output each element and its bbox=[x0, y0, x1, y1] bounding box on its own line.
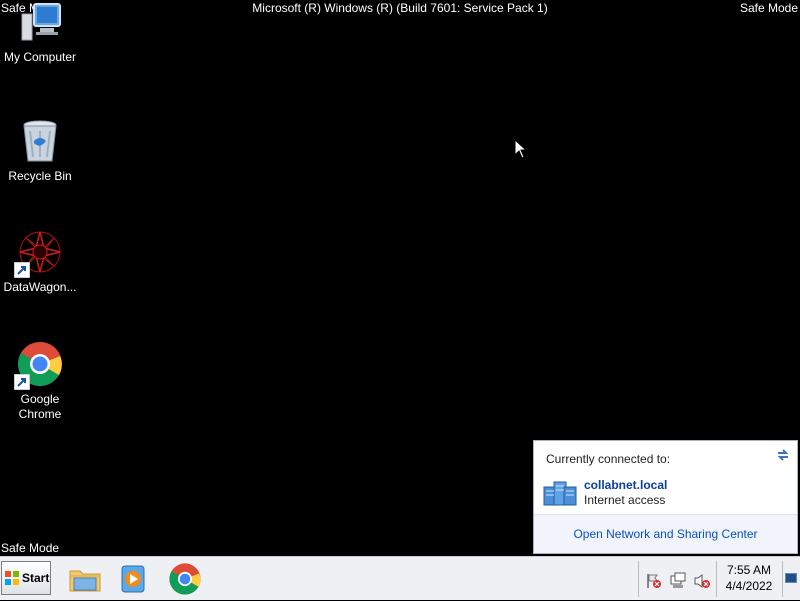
chrome-icon bbox=[169, 563, 201, 595]
network-entry[interactable]: collabnet.local Internet access bbox=[542, 477, 782, 511]
desktop-icon-label: Recycle Bin bbox=[8, 169, 72, 183]
network-flyout-header: Currently connected to: bbox=[546, 452, 671, 466]
datawagon-icon bbox=[13, 228, 64, 279]
network-status: Internet access bbox=[584, 493, 666, 507]
network-name: collabnet.local bbox=[584, 478, 668, 492]
windows-build-title: Microsoft (R) Windows (R) (Build 7601: S… bbox=[252, 1, 548, 15]
chrome-icon bbox=[13, 340, 64, 391]
windows-logo-icon bbox=[5, 571, 19, 585]
safe-mode-label-top-right: Safe Mode bbox=[739, 1, 798, 15]
shortcut-arrow-icon bbox=[13, 373, 31, 391]
recycle-bin-icon bbox=[16, 117, 64, 165]
desktop-icon-datawagon[interactable]: DataWagon... bbox=[0, 228, 80, 295]
media-player-icon bbox=[121, 565, 145, 593]
network-domain-icon bbox=[543, 479, 577, 507]
computer-icon bbox=[16, 0, 64, 46]
clock-date: 4/4/2022 bbox=[725, 579, 773, 593]
taskbar-pinned-explorer[interactable] bbox=[68, 562, 102, 596]
desktop-icon-my-computer[interactable]: My Computer bbox=[0, 0, 80, 65]
start-button[interactable]: Start bbox=[1, 561, 51, 595]
network-flyout-footer: Open Network and Sharing Center bbox=[534, 514, 797, 553]
safe-mode-label-bottom-left: Safe Mode bbox=[1, 541, 60, 555]
action-center-flag-icon[interactable] bbox=[645, 572, 663, 590]
open-network-sharing-center-link[interactable]: Open Network and Sharing Center bbox=[573, 527, 757, 541]
desktop-icon-google-chrome[interactable]: Google Chrome bbox=[0, 340, 80, 422]
desktop-icon-label: Google Chrome bbox=[18, 392, 62, 421]
clock-time: 7:55 AM bbox=[726, 563, 772, 577]
desktop-icon-label: DataWagon... bbox=[3, 280, 77, 294]
taskbar-clock[interactable]: 7:55 AM 4/4/2022 bbox=[718, 562, 780, 594]
network-flyout: Currently connected to: collabnet.local … bbox=[533, 440, 798, 554]
shortcut-arrow-icon bbox=[13, 261, 31, 279]
mouse-pointer-icon bbox=[514, 138, 528, 159]
taskbar-pinned-chrome[interactable] bbox=[168, 562, 202, 596]
volume-muted-icon[interactable] bbox=[693, 572, 711, 590]
desktop-icon-recycle-bin[interactable]: Recycle Bin bbox=[0, 117, 80, 184]
show-desktop-icon bbox=[785, 573, 797, 583]
refresh-icon[interactable] bbox=[775, 447, 791, 463]
taskbar: Start 7:55 AM 4/4/2022 bbox=[0, 556, 800, 600]
taskbar-pinned-media-player[interactable] bbox=[116, 562, 150, 596]
start-label: Start bbox=[22, 571, 50, 585]
folder-icon bbox=[69, 570, 101, 592]
network-tray-icon[interactable] bbox=[669, 572, 687, 590]
system-tray bbox=[638, 561, 717, 597]
desktop-icon-label: My Computer bbox=[3, 50, 77, 64]
show-desktop-button[interactable] bbox=[782, 561, 800, 597]
